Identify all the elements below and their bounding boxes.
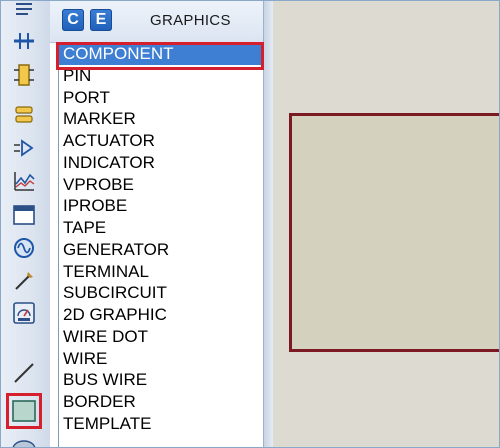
- component-mode-button[interactable]: C: [62, 9, 84, 31]
- list-item[interactable]: PIN: [59, 65, 266, 87]
- list-item[interactable]: VPROBE: [59, 174, 266, 196]
- device-pin-icon[interactable]: [9, 133, 39, 163]
- generator-icon[interactable]: [9, 233, 39, 263]
- list-item[interactable]: WIRE: [59, 348, 266, 370]
- panel-title: GRAPHICS: [150, 12, 231, 29]
- box-icon[interactable]: [6, 393, 42, 429]
- list-item[interactable]: WIRE DOT: [59, 326, 266, 348]
- tape-recorder-icon[interactable]: [9, 200, 39, 230]
- graphics-style-list[interactable]: COMPONENT PIN PORT MARKER ACTUATOR INDICATOR V…: [58, 43, 266, 448]
- edit-mode-button[interactable]: E: [90, 9, 112, 31]
- panel-header: C E GRAPHICS: [50, 0, 267, 43]
- list-item[interactable]: TAPE: [59, 217, 266, 239]
- list-item[interactable]: SUBCIRCUIT: [59, 282, 266, 304]
- list-item[interactable]: GENERATOR: [59, 239, 266, 261]
- list-item[interactable]: TERMINAL: [59, 261, 266, 283]
- editing-canvas[interactable]: [273, 0, 500, 448]
- terminal-icon[interactable]: [9, 100, 39, 130]
- virtual-instrument-icon[interactable]: [9, 298, 39, 328]
- list-item[interactable]: TEMPLATE: [59, 413, 266, 435]
- list-item[interactable]: 2D GRAPHIC: [59, 304, 266, 326]
- list-item[interactable]: BUS WIRE: [59, 369, 266, 391]
- list-item[interactable]: IPROBE: [59, 195, 266, 217]
- voltage-probe-icon[interactable]: [9, 266, 39, 296]
- list-item[interactable]: PORT: [59, 87, 266, 109]
- graph-icon[interactable]: [9, 166, 39, 196]
- list-item[interactable]: COMPONENT: [59, 43, 266, 65]
- line-icon[interactable]: [9, 358, 39, 388]
- list-item[interactable]: ACTUATOR: [59, 130, 266, 152]
- bus-icon[interactable]: [9, 26, 39, 56]
- list-items: COMPONENT PIN PORT MARKER ACTUATOR INDICATOR V…: [59, 43, 266, 435]
- circle-icon[interactable]: [9, 432, 39, 448]
- mode-toolbar: [0, 0, 51, 448]
- object-selector-panel: C E GRAPHICS COMPONENT PIN PORT MARKER ACTUA…: [50, 0, 267, 448]
- text-script-icon[interactable]: [9, 0, 39, 24]
- subcircuit-icon[interactable]: [9, 60, 39, 90]
- proteus-graphics-mode-screen: C E GRAPHICS COMPONENT PIN PORT MARKER ACTUA…: [0, 0, 500, 448]
- list-item[interactable]: MARKER: [59, 108, 266, 130]
- drawn-box-shape[interactable]: [289, 113, 500, 352]
- list-item[interactable]: INDICATOR: [59, 152, 266, 174]
- list-item[interactable]: BORDER: [59, 391, 266, 413]
